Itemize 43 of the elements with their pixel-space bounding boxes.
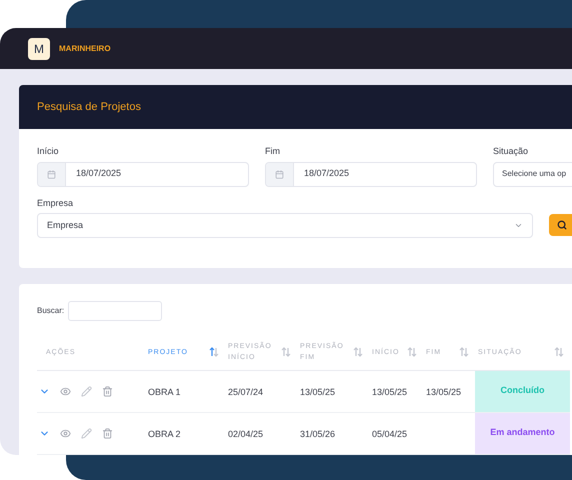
select-field[interactable]: Selecione uma op: [493, 162, 572, 186]
trash-icon[interactable]: [102, 428, 113, 438]
status-cell: Concluído: [475, 370, 570, 412]
search-icon: [557, 220, 567, 230]
pencil-icon[interactable]: [81, 386, 92, 396]
sort-icon[interactable]: [209, 347, 219, 358]
table-cell: 05/04/25: [372, 429, 408, 439]
date-field[interactable]: 18/07/2025: [37, 162, 249, 186]
sort-icon[interactable]: [554, 347, 564, 358]
company-select[interactable]: Empresa: [37, 213, 533, 238]
table-cell: 31/05/26: [300, 429, 336, 439]
table-cell: 13/05/25: [372, 387, 408, 397]
select-value: Empresa: [47, 218, 84, 232]
table-cell: OBRA 1: [148, 387, 181, 397]
field-label: Fim: [265, 145, 281, 158]
table-cell: 25/07/24: [228, 387, 264, 397]
status-cell: Em andamento: [475, 412, 570, 454]
table-cell: OBRA 2: [148, 429, 181, 439]
search-label: Buscar:: [37, 305, 64, 317]
field-label: Início: [37, 145, 60, 158]
sort-icon[interactable]: [459, 347, 469, 358]
date-field[interactable]: 18/07/2025: [265, 162, 477, 186]
calendar-icon[interactable]: [275, 170, 284, 178]
calendar-icon[interactable]: [47, 170, 56, 178]
sort-icon[interactable]: [281, 347, 291, 358]
date-value: 18/07/2025: [303, 167, 350, 180]
sort-icon[interactable]: [407, 347, 417, 358]
search-field[interactable]: [68, 301, 162, 321]
table-cell: 13/05/25: [426, 387, 462, 397]
app-name: MARINHEIRO: [59, 42, 111, 54]
table-cell: 13/05/25: [300, 387, 336, 397]
trash-icon[interactable]: [102, 386, 113, 396]
date-value: 18/07/2025: [75, 167, 122, 180]
chevron-icon: [514, 221, 523, 230]
sort-icon[interactable]: [353, 347, 363, 358]
field-label: Empresa: [37, 196, 74, 210]
pencil-icon[interactable]: [81, 428, 92, 438]
field-label: Situação: [493, 145, 530, 158]
card-title: Pesquisa de Projetos: [37, 100, 141, 115]
logo: M: [28, 38, 50, 60]
table-cell: 02/04/25: [228, 429, 264, 439]
view-icon[interactable]: [60, 386, 71, 396]
view-icon[interactable]: [60, 428, 71, 438]
